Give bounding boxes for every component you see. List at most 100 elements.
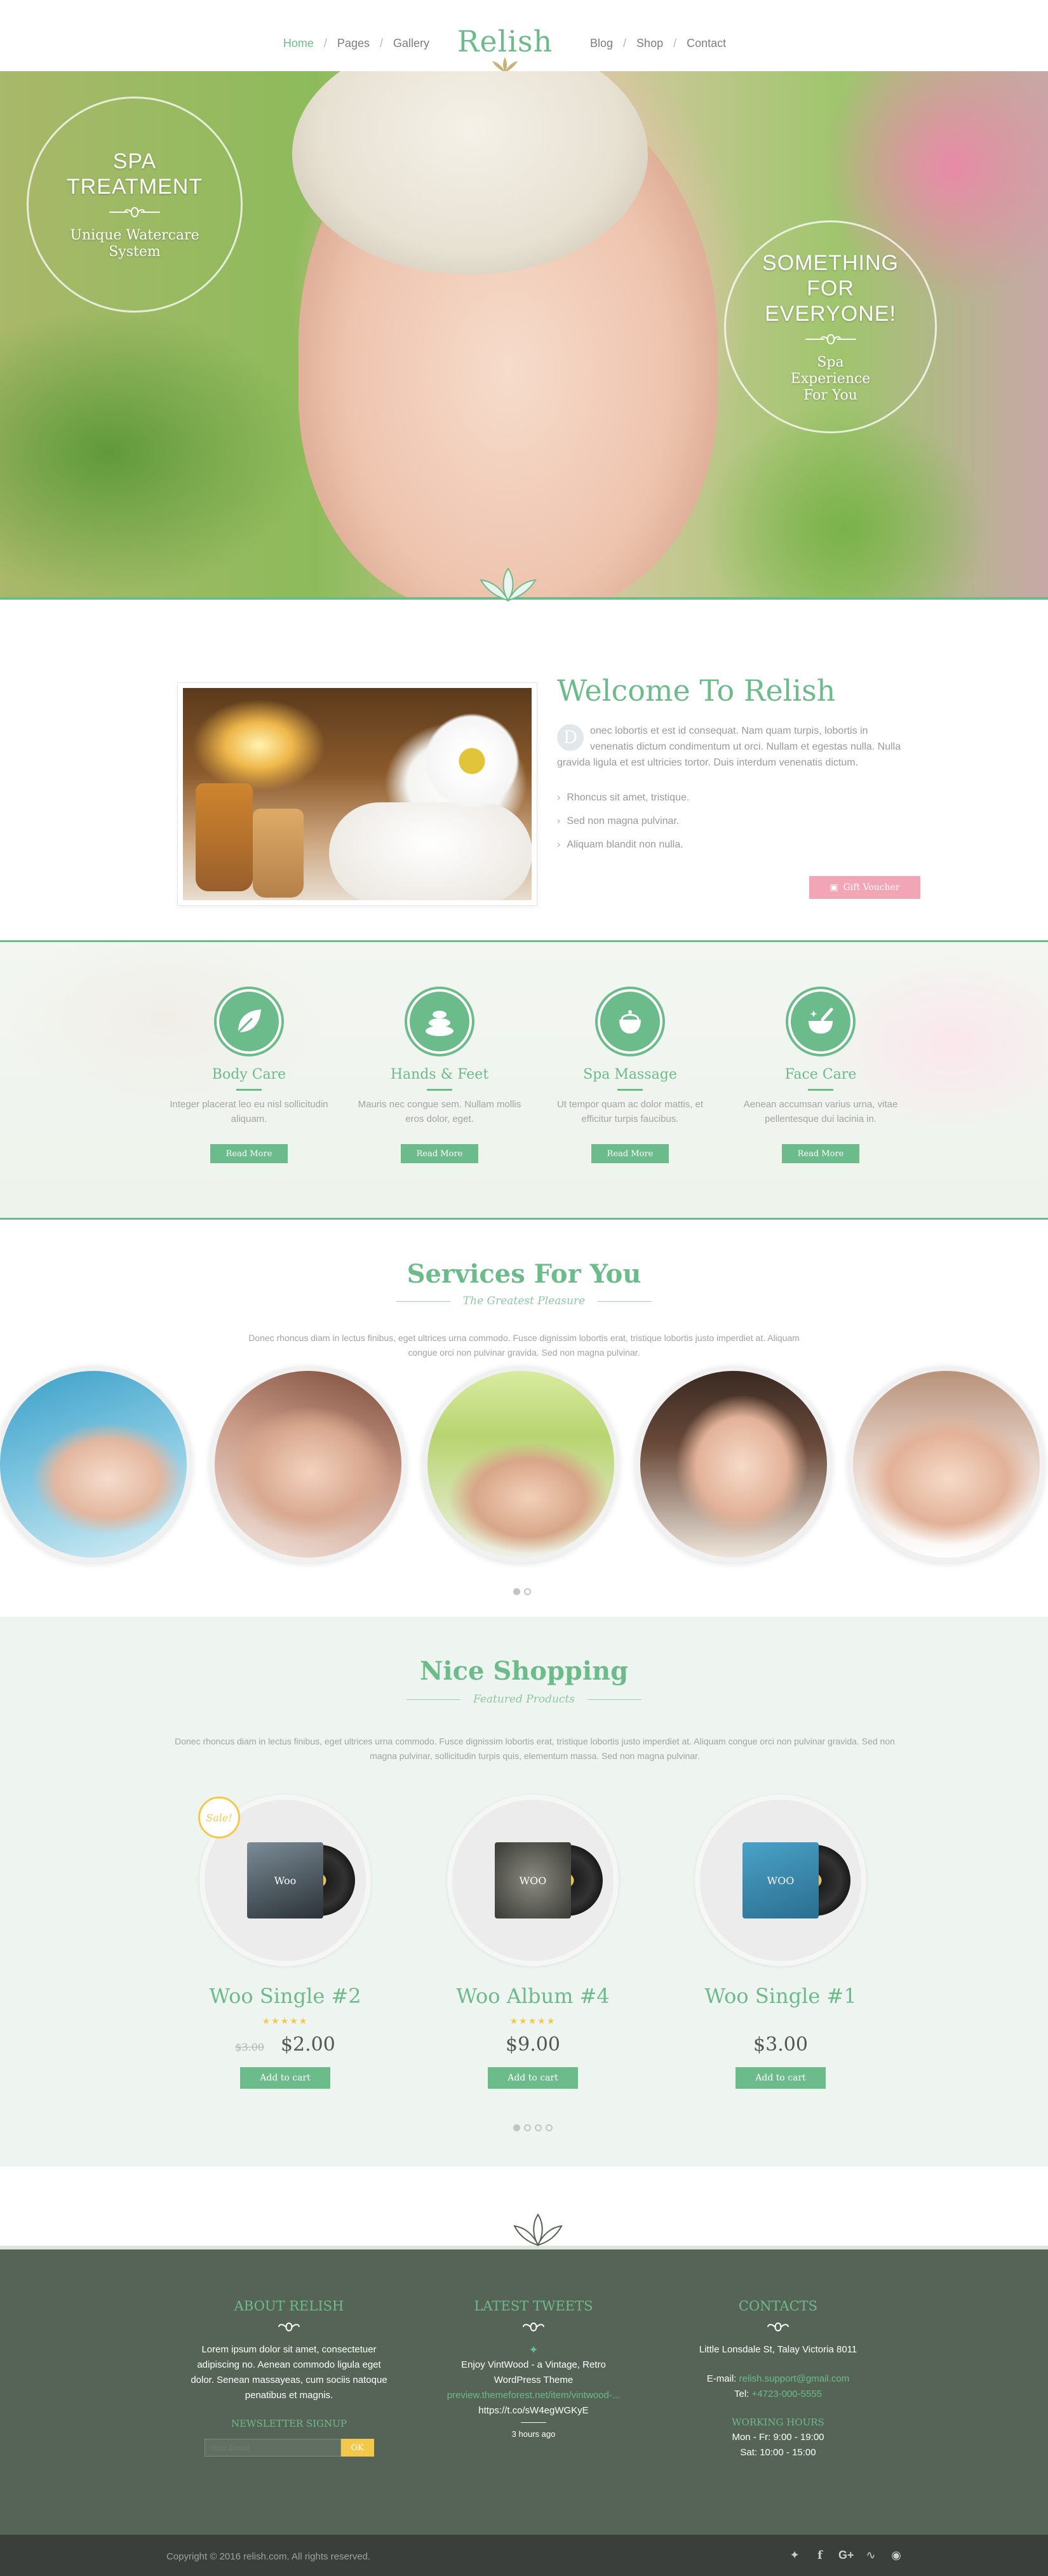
gift-voucher-button[interactable]: ▣ Gift Voucher	[809, 876, 920, 899]
site-logo[interactable]: Relish	[454, 27, 556, 75]
rss-icon[interactable]: ∿	[864, 2549, 878, 2562]
read-more-button[interactable]: Read More	[210, 1144, 288, 1163]
lotus-icon	[480, 567, 537, 602]
flourish-icon	[278, 2322, 300, 2332]
nav-left: Home / Pages / Gallery	[281, 37, 432, 50]
services-title: Services For You	[406, 1259, 642, 1289]
price: $2.00	[280, 2033, 335, 2056]
nav-contact[interactable]: Contact	[684, 37, 729, 50]
feature-icon-ring	[405, 987, 474, 1056]
product-card: WOO Woo Single #1 $3.00 Add to cart	[676, 1795, 885, 2089]
social-links: ✦ f G+ ∿ ◉	[788, 2549, 903, 2562]
nav-separator: /	[323, 37, 327, 50]
product-name[interactable]: Woo Single #1	[676, 1984, 885, 2008]
old-price: $3.00	[235, 2041, 264, 2053]
nav-blog[interactable]: Blog	[588, 37, 615, 50]
instagram-icon[interactable]: ◉	[889, 2549, 903, 2562]
feature-text: Mauris nec congue sem. Nullam mollis ero…	[358, 1099, 521, 1124]
address: Little Lonsdale St, Talay Victoria 8011	[699, 2344, 857, 2355]
feature-spa-massage: Spa Massage Ut tempor quam ac dolor matt…	[548, 987, 713, 1163]
product-price: $9.00	[428, 2033, 638, 2056]
flourish-icon	[805, 334, 856, 344]
services-subtitle: The Greatest Pleasure	[0, 1295, 1048, 1307]
star-rating	[676, 2016, 885, 2027]
carousel-dot[interactable]	[513, 2124, 520, 2131]
footer-about-text: Lorem ipsum dolor sit amet, consectetuer…	[191, 2344, 387, 2401]
service-image-stone-therapy[interactable]	[422, 1366, 619, 1563]
contact-email: E-mail: relish.support@gmail.com	[673, 2371, 883, 2387]
service-image-massage[interactable]	[210, 1366, 406, 1563]
footer-tweets-title: LATEST TWEETS	[474, 2298, 593, 2314]
tel-link[interactable]: +4723-000-5555	[752, 2389, 823, 2399]
twitter-icon: ✦	[528, 2343, 539, 2356]
add-to-cart-button[interactable]: Add to cart	[488, 2067, 578, 2089]
email-label: E-mail:	[706, 2373, 737, 2384]
twitter-icon[interactable]: ✦	[788, 2549, 802, 2562]
service-image-back-massage[interactable]	[848, 1366, 1045, 1563]
read-more-button[interactable]: Read More	[591, 1144, 669, 1163]
product-name[interactable]: Woo Single #2	[180, 1984, 390, 2008]
read-more-button[interactable]: Read More	[782, 1144, 859, 1163]
feature-face-care: Face Care Aenean accumsan varius urna, v…	[738, 987, 903, 1163]
nav-separator: /	[673, 37, 677, 50]
carousel-dot[interactable]	[535, 2124, 542, 2131]
feature-title: Hands & Feet	[390, 1067, 489, 1082]
feature-title: Body Care	[212, 1067, 286, 1082]
mortar-icon	[809, 1008, 833, 1034]
hero-badge-left: SPA TREATMENT Unique Watercare System	[27, 97, 243, 313]
cover-label: Woo	[247, 1842, 323, 1919]
services-subtitle-text: The Greatest Pleasure	[450, 1295, 598, 1307]
add-to-cart-button[interactable]: Add to cart	[240, 2067, 330, 2089]
carousel-dot[interactable]	[513, 1588, 520, 1595]
newsletter-email-input[interactable]	[204, 2439, 341, 2457]
lotus-icon	[513, 2213, 563, 2247]
nav-pages[interactable]: Pages	[335, 37, 372, 50]
product-name[interactable]: Woo Album #4	[428, 1984, 638, 2008]
gift-icon: ▣	[830, 882, 838, 893]
carousel-dot[interactable]	[524, 1588, 531, 1595]
tel-label: Tel:	[734, 2389, 749, 2399]
product-price: $3.00	[676, 2033, 885, 2056]
add-to-cart-button[interactable]: Add to cart	[736, 2067, 826, 2089]
hero-right-title: SOMETHING FOR EVERYONE!	[762, 250, 899, 326]
nav-right: Blog / Shop / Contact	[588, 37, 729, 50]
cover-label: WOO	[495, 1842, 571, 1919]
product-image[interactable]: WOO	[695, 1795, 866, 1966]
read-more-button[interactable]: Read More	[401, 1144, 478, 1163]
album-cover: WOO	[495, 1842, 603, 1919]
working-hours-title: WORKING HOURS	[732, 2417, 824, 2428]
star-rating: ★★★★★	[509, 2016, 556, 2026]
logo-text: Relish	[457, 24, 553, 58]
divider	[236, 1089, 262, 1091]
tweet-link[interactable]: preview.themeforest.net/item/vintwood-..…	[429, 2388, 638, 2403]
copyright: Copyright © 2016 relish.com. All rights …	[166, 2551, 371, 2562]
footer-tweets: LATEST TWEETS ✦ Enjoy VintWood - a Vinta…	[429, 2296, 638, 2442]
google-plus-icon[interactable]: G+	[838, 2549, 854, 2562]
footer-contacts: CONTACTS Little Lonsdale St, Talay Victo…	[673, 2296, 883, 2460]
email-link[interactable]: relish.support@gmail.com	[739, 2373, 850, 2384]
hero-slider[interactable]: SPA TREATMENT Unique Watercare System SO…	[0, 71, 1048, 598]
product-image[interactable]: WOO	[447, 1795, 619, 1966]
tweet-short-link[interactable]: https://t.co/sW4egWGKyE	[429, 2403, 638, 2418]
newsletter-form: OK	[184, 2439, 394, 2457]
service-image-relaxation[interactable]	[635, 1366, 832, 1563]
feature-icon-ring	[595, 987, 665, 1056]
leaf-icon	[237, 1009, 261, 1034]
divider	[617, 1089, 643, 1091]
feature-text: Aenean accumsan varius urna, vitae pelle…	[743, 1099, 898, 1124]
contact-phone: Tel: +4723-000-5555	[673, 2387, 883, 2402]
welcome-title: Welcome To Relish	[557, 673, 836, 708]
carousel-dot[interactable]	[524, 2124, 531, 2131]
nav-shop[interactable]: Shop	[634, 37, 666, 50]
stones-icon	[426, 1011, 453, 1036]
dropcap: D	[557, 724, 584, 751]
list-item: Rhoncus sit amet, tristique.	[557, 789, 689, 813]
carousel-dot[interactable]	[546, 2124, 553, 2131]
service-image-facial[interactable]	[0, 1366, 192, 1563]
nav-home[interactable]: Home	[281, 37, 316, 50]
feature-hands-feet: Hands & Feet Mauris nec congue sem. Null…	[357, 987, 522, 1163]
newsletter-submit-button[interactable]: OK	[340, 2439, 374, 2457]
facebook-icon[interactable]: f	[813, 2549, 827, 2562]
shop-subtitle: Featured Products	[0, 1693, 1048, 1706]
nav-gallery[interactable]: Gallery	[391, 37, 432, 50]
